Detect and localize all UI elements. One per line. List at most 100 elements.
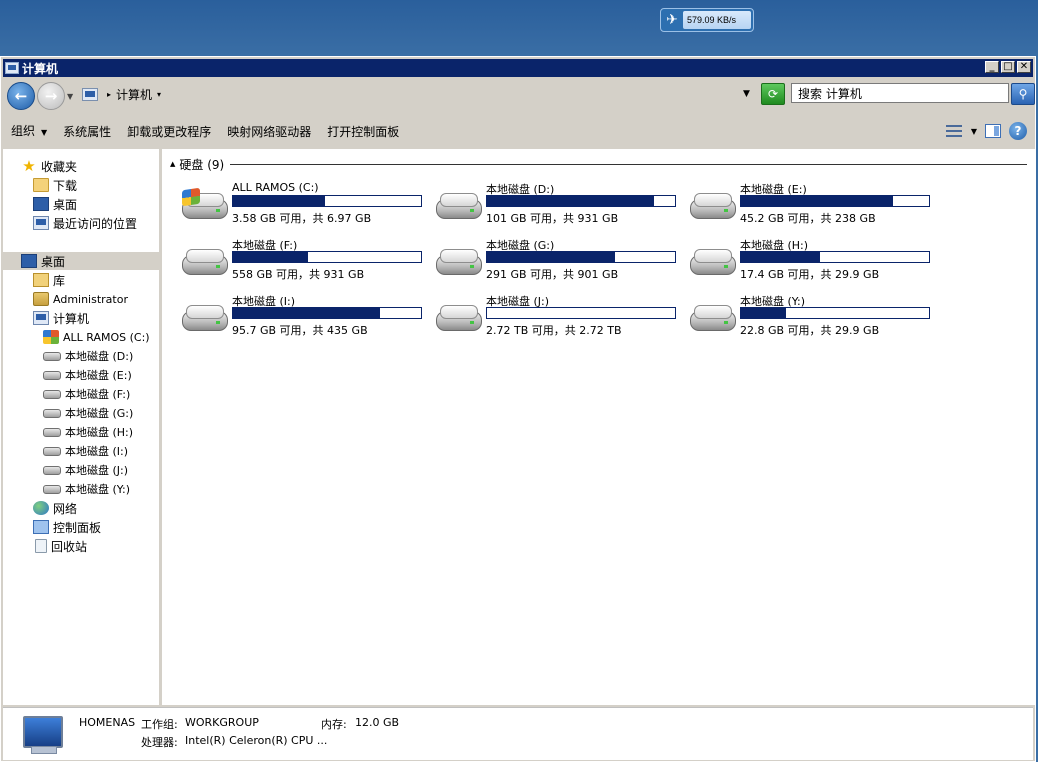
hard-drive-icon bbox=[43, 484, 61, 494]
drive-tile-y[interactable]: 本地磁盘 (Y:) 22.8 GB 可用，共 29.9 GB bbox=[688, 293, 938, 345]
nav-label: 收藏夹 bbox=[41, 159, 78, 174]
close-button[interactable]: ✕ bbox=[1017, 61, 1031, 73]
chevron-right-icon[interactable]: ▸ bbox=[107, 90, 111, 99]
nav-drive-h[interactable]: 本地磁盘 (H:) bbox=[43, 423, 133, 441]
title-bar[interactable]: 计算机 _ □ ✕ bbox=[3, 59, 1033, 77]
hard-drive-icon bbox=[180, 303, 228, 333]
back-button[interactable]: ← bbox=[7, 82, 35, 110]
drive-tile-h[interactable]: 本地磁盘 (H:) 17.4 GB 可用，共 29.9 GB bbox=[688, 237, 938, 289]
nav-drive-g[interactable]: 本地磁盘 (G:) bbox=[43, 404, 133, 422]
breadcrumb-computer[interactable]: 计算机 bbox=[116, 86, 152, 103]
drive-usage-fill bbox=[741, 252, 820, 262]
nav-drive-c[interactable]: ALL RAMOS (C:) bbox=[43, 328, 150, 346]
address-bar: ← → ▼ ▸ 计算机 ▾ ▼ ⟳ 搜索 计算机 ⚲ bbox=[3, 79, 1035, 113]
computer-icon bbox=[19, 716, 65, 754]
nav-network[interactable]: 网络 bbox=[33, 499, 77, 517]
system-properties-button[interactable]: 系统属性 bbox=[55, 115, 119, 149]
nav-desktop-favorite[interactable]: 桌面 bbox=[33, 195, 77, 213]
nav-drive-i[interactable]: 本地磁盘 (I:) bbox=[43, 442, 128, 460]
workgroup-label: 工作组: bbox=[141, 718, 178, 731]
preview-pane-icon[interactable] bbox=[985, 124, 1001, 138]
recent-pages-dropdown[interactable]: ▼ bbox=[67, 92, 73, 101]
memory-label: 内存: bbox=[321, 718, 347, 731]
drive-usage-fill bbox=[741, 308, 787, 318]
nav-drive-j[interactable]: 本地磁盘 (J:) bbox=[43, 461, 128, 479]
maximize-button[interactable]: □ bbox=[1001, 61, 1015, 73]
refresh-button[interactable]: ⟳ bbox=[761, 83, 785, 105]
drive-space: 22.8 GB 可用，共 29.9 GB bbox=[740, 324, 880, 337]
network-speed-widget[interactable]: ✈ 579.09 KB/s bbox=[660, 8, 754, 32]
chevron-down-icon: ▼ bbox=[41, 128, 48, 137]
drive-usage-fill bbox=[233, 308, 380, 318]
organize-label: 组织 bbox=[11, 124, 36, 138]
uninstall-program-button[interactable]: 卸载或更改程序 bbox=[119, 115, 219, 149]
nav-downloads[interactable]: 下载 bbox=[33, 176, 77, 194]
drive-tile-i[interactable]: 本地磁盘 (I:) 95.7 GB 可用，共 435 GB bbox=[180, 293, 430, 345]
computer-icon bbox=[33, 311, 49, 325]
refresh-icon: ⟳ bbox=[767, 87, 779, 101]
drive-usage-fill bbox=[487, 252, 615, 262]
drive-tile-f[interactable]: 本地磁盘 (F:) 558 GB 可用，共 931 GB bbox=[180, 237, 430, 289]
nav-control-panel[interactable]: 控制面板 bbox=[33, 518, 101, 536]
nav-label: 本地磁盘 (E:) bbox=[65, 369, 132, 382]
organize-menu[interactable]: 组织 ▼ bbox=[3, 114, 55, 150]
chevron-down-icon[interactable]: ▾ bbox=[157, 90, 161, 99]
address-box[interactable]: ▸ 计算机 ▾ bbox=[78, 83, 758, 105]
nav-label: 回收站 bbox=[51, 539, 88, 554]
hard-drive-icon bbox=[43, 351, 61, 361]
chevron-down-icon[interactable]: ▼ bbox=[971, 127, 977, 136]
nav-label: 本地磁盘 (G:) bbox=[65, 407, 134, 420]
address-history-dropdown[interactable]: ▼ bbox=[743, 83, 750, 105]
nav-label: 本地磁盘 (J:) bbox=[65, 464, 129, 477]
nav-administrator[interactable]: Administrator bbox=[33, 290, 128, 308]
details-pane: HOMENAS 工作组: WORKGROUP 内存: 12.0 GB 处理器: … bbox=[3, 707, 1033, 760]
forward-button[interactable]: → bbox=[37, 82, 65, 110]
hard-drive-icon bbox=[688, 303, 736, 333]
group-label: 硬盘 (9) bbox=[179, 157, 225, 172]
nav-label: 桌面 bbox=[41, 254, 66, 269]
group-divider bbox=[230, 163, 1027, 165]
drive-tile-e[interactable]: 本地磁盘 (E:) 45.2 GB 可用，共 238 GB bbox=[688, 181, 938, 233]
nav-libraries[interactable]: 库 bbox=[33, 271, 65, 289]
drive-tile-j[interactable]: 本地磁盘 (J:) 2.72 TB 可用，共 2.72 TB bbox=[434, 293, 684, 345]
search-input[interactable]: 搜索 计算机 bbox=[791, 83, 1009, 103]
nav-label: 最近访问的位置 bbox=[53, 216, 138, 231]
map-network-drive-button[interactable]: 映射网络驱动器 bbox=[219, 115, 319, 149]
speed-readout: 579.09 KB/s bbox=[683, 11, 751, 29]
command-bar: 组织 ▼ 系统属性 卸载或更改程序 映射网络驱动器 打开控制面板 ▼ ? bbox=[3, 115, 1033, 149]
group-header-hard-drives[interactable]: ▲ 硬盘 (9) bbox=[170, 157, 1027, 172]
drive-name: ALL RAMOS (C:) bbox=[232, 181, 319, 194]
desktop-icon bbox=[21, 254, 37, 268]
recycle-bin-icon bbox=[35, 539, 47, 553]
hard-drive-icon bbox=[434, 191, 482, 221]
nav-recent-places[interactable]: 最近访问的位置 bbox=[33, 214, 137, 232]
control-panel-icon bbox=[33, 520, 49, 534]
drive-tile-d[interactable]: 本地磁盘 (D:) 101 GB 可用，共 931 GB bbox=[434, 181, 684, 233]
nav-drive-f[interactable]: 本地磁盘 (F:) bbox=[43, 385, 130, 403]
drive-space: 45.2 GB 可用，共 238 GB bbox=[740, 212, 876, 225]
collapse-arrow-icon[interactable]: ▲ bbox=[170, 160, 175, 168]
desktop-background bbox=[0, 0, 1038, 56]
search-button[interactable]: ⚲ bbox=[1011, 83, 1035, 105]
nav-drive-d[interactable]: 本地磁盘 (D:) bbox=[43, 347, 133, 365]
nav-label: 桌面 bbox=[53, 197, 78, 212]
nav-label: Administrator bbox=[53, 292, 128, 306]
nav-computer[interactable]: 计算机 bbox=[33, 309, 89, 327]
nav-label: 本地磁盘 (H:) bbox=[65, 426, 134, 439]
drive-tile-g[interactable]: 本地磁盘 (G:) 291 GB 可用，共 901 GB bbox=[434, 237, 684, 289]
open-control-panel-button[interactable]: 打开控制面板 bbox=[319, 115, 407, 149]
nav-favorites[interactable]: ★ 收藏夹 bbox=[21, 157, 77, 175]
minimize-button[interactable]: _ bbox=[985, 61, 999, 73]
hard-drive-icon bbox=[43, 446, 61, 456]
nav-recycle-bin[interactable]: 回收站 bbox=[35, 537, 87, 555]
drive-space: 17.4 GB 可用，共 29.9 GB bbox=[740, 268, 880, 281]
computer-icon bbox=[82, 87, 98, 101]
nav-label: 本地磁盘 (F:) bbox=[65, 388, 131, 401]
nav-drive-y[interactable]: 本地磁盘 (Y:) bbox=[43, 480, 130, 498]
nav-desktop[interactable]: 桌面 bbox=[3, 252, 159, 270]
nav-drive-e[interactable]: 本地磁盘 (E:) bbox=[43, 366, 132, 384]
change-view-icon[interactable] bbox=[945, 123, 963, 139]
processor-value: Intel(R) Celeron(R) CPU ... bbox=[185, 734, 328, 747]
drive-tile-c[interactable]: ALL RAMOS (C:) 3.58 GB 可用，共 6.97 GB bbox=[180, 181, 430, 233]
help-icon[interactable]: ? bbox=[1009, 122, 1027, 140]
